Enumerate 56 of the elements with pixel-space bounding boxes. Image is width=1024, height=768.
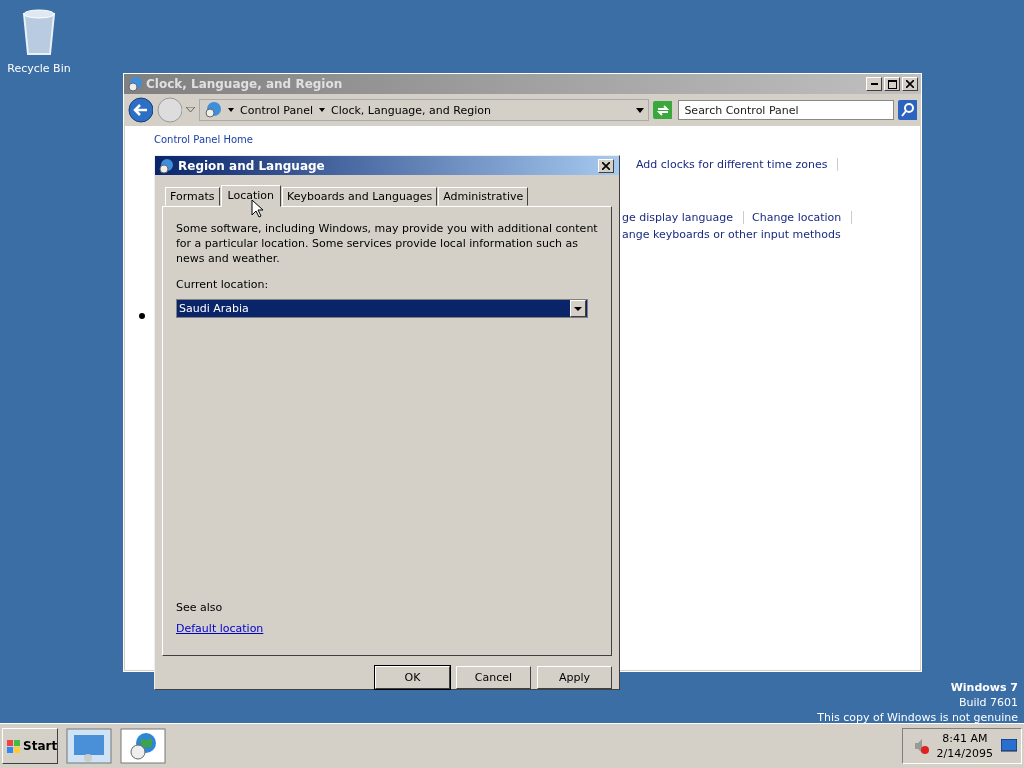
caret-icon <box>574 306 582 311</box>
caret-icon[interactable] <box>636 107 644 113</box>
watermark-text: Windows 7 <box>950 680 1018 695</box>
control-panel-home-link[interactable]: Control Panel Home <box>154 134 253 145</box>
default-location-link[interactable]: Default location <box>176 622 264 635</box>
mouse-cursor-icon <box>251 199 264 218</box>
show-desktop-icon[interactable] <box>1001 739 1017 753</box>
muted-speaker-icon[interactable] <box>912 738 929 754</box>
maximize-button[interactable] <box>884 77 900 91</box>
search-icon[interactable] <box>897 100 917 120</box>
tab[interactable]: Location <box>220 185 282 208</box>
minimize-button[interactable] <box>866 77 882 91</box>
search-field[interactable]: Search Control Panel <box>678 100 894 120</box>
field-label: Current location: <box>176 278 269 292</box>
caret-icon[interactable] <box>228 108 234 112</box>
caret-icon[interactable] <box>318 108 325 112</box>
dialog-title: Region and Language <box>178 158 326 173</box>
close-icon <box>602 161 610 170</box>
breadcrumb-item[interactable]: Clock, Language, and Region <box>330 103 491 117</box>
back-icon[interactable] <box>128 97 154 123</box>
task-link[interactable]: ge display language <box>622 211 744 224</box>
dialog-button[interactable]: Cancel <box>456 666 531 689</box>
task-link[interactable]: ange keyboards or other input methods <box>622 228 851 241</box>
watermark-text: This copy of Windows is not genuine <box>817 710 1018 725</box>
refresh-icon[interactable] <box>653 101 673 119</box>
globe-clock-icon[interactable] <box>120 728 166 764</box>
clock-time[interactable]: 8:41 AM <box>942 731 988 746</box>
location-dropdown[interactable]: Saudi Arabia <box>176 299 588 319</box>
close-icon <box>906 80 914 88</box>
watermark-text: Build 7601 <box>958 695 1018 710</box>
windows-logo-icon <box>7 739 20 753</box>
dropdown-arrow-icon[interactable] <box>186 107 195 113</box>
tab[interactable]: Keyboards and Languages <box>282 187 438 207</box>
dialog-button[interactable]: Apply <box>537 666 612 689</box>
recycle-bin-icon[interactable] <box>20 8 58 56</box>
tab[interactable]: Formats <box>165 187 220 207</box>
globe-clock-icon <box>127 76 143 92</box>
maximize-icon <box>887 79 897 89</box>
minimize-icon <box>870 83 878 85</box>
see-also-label: See also <box>176 601 223 614</box>
task-link[interactable]: Change location <box>752 211 853 224</box>
tab[interactable]: Administrative <box>438 187 529 207</box>
control-panel-icon[interactable] <box>66 728 112 764</box>
start-button[interactable]: Start <box>2 728 58 764</box>
task-link[interactable]: Add clocks for different time zones <box>636 158 839 171</box>
close-button[interactable] <box>902 77 918 91</box>
bullet-icon <box>139 313 145 319</box>
address-bar[interactable]: Control Panel Clock, Language, and Region <box>199 99 649 121</box>
desktop-icon-label[interactable]: Recycle Bin <box>7 62 71 75</box>
description-text: Some software, including Windows, may provide you with additional content for a particular location. Some services provide local information such as news and weather. <box>176 221 598 267</box>
window-title: Clock, Language, and Region <box>146 77 344 91</box>
clock-date[interactable]: 2/14/2095 <box>936 746 993 761</box>
breadcrumb-item[interactable]: Control Panel <box>240 103 313 117</box>
globe-clock-icon <box>204 101 222 119</box>
close-button[interactable] <box>598 158 614 173</box>
dialog-button[interactable]: OK <box>375 666 450 689</box>
